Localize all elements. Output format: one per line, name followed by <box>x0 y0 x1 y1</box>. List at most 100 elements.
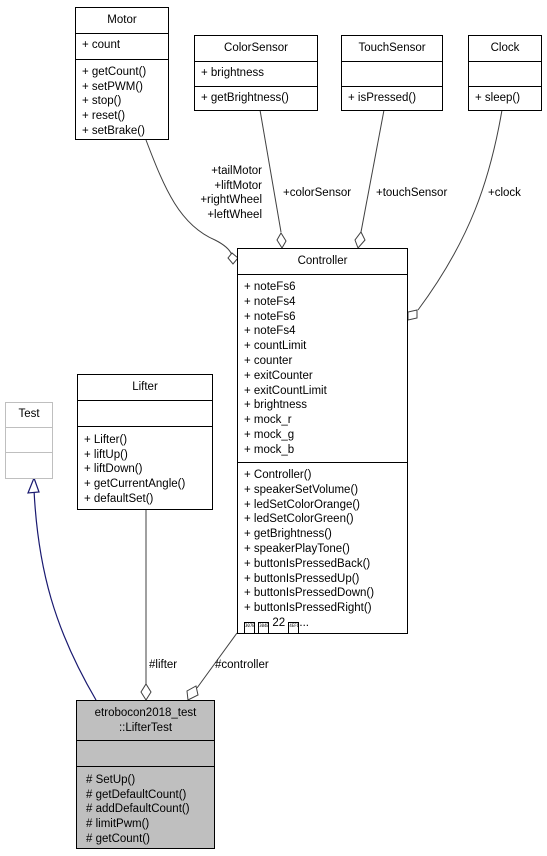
ellipsis: ... <box>299 616 309 629</box>
more-methods-count: 22 <box>272 616 286 629</box>
class-motor-title: Motor <box>76 8 168 34</box>
class-colorsensor-title: ColorSensor <box>195 36 317 62</box>
method: + liftUp() <box>84 448 128 461</box>
attribute: + noteFs4 <box>244 325 296 338</box>
class-controller-methods: + Controller() + speakerSetVolume() + le… <box>238 463 407 634</box>
aggregation-diamond-controller <box>186 685 199 701</box>
method: + reset() <box>82 110 126 123</box>
class-touchsensor[interactable]: TouchSensor + isPressed() <box>341 35 443 111</box>
aggregation-diamond-clock <box>407 309 418 321</box>
method: # SetUp() <box>86 774 136 786</box>
class-controller[interactable]: Controller + noteFs6 + noteFs4 + noteFs6… <box>237 248 408 634</box>
class-motor[interactable]: Motor + count + getCount() + setPWM() + … <box>75 7 169 140</box>
attribute: + noteFs4 <box>244 295 296 308</box>
class-liftertest[interactable]: etrobocon2018_test ::LifterTest # SetUp(… <box>76 700 215 849</box>
class-lifter-methods: + Lifter() + liftUp() + liftDown() + get… <box>78 427 212 507</box>
method: + getCurrentAngle() <box>84 478 186 491</box>
class-liftertest-methods: # SetUp() # getDefaultCount() # addDefau… <box>77 767 214 847</box>
class-liftertest-name: ::LifterTest <box>118 721 173 734</box>
missing-glyph-icon: 4EF6 <box>288 621 300 634</box>
method: + sleep() <box>475 92 521 104</box>
inheritance-arrow <box>27 476 40 494</box>
attribute: + counter <box>244 354 293 367</box>
aggregation-diamond-lifter <box>140 683 152 701</box>
class-liftertest-title: etrobocon2018_test ::LifterTest <box>77 701 214 741</box>
edge-label-clock: +clock <box>488 187 521 199</box>
edge-label-controller: #controller <box>215 659 269 671</box>
class-lifter-title: Lifter <box>78 375 212 401</box>
edge-label-colorsensor: +colorSensor <box>283 187 352 199</box>
class-clock-attributes <box>469 62 541 87</box>
class-test-attributes <box>6 428 52 453</box>
attribute: + mock_b <box>244 443 295 456</box>
class-touchsensor-title: TouchSensor <box>342 36 442 62</box>
class-controller-title: Controller <box>238 249 407 275</box>
edge-label-motor-roles: +tailMotor +liftMotor +rightWheel +leftW… <box>188 164 262 223</box>
method: + speakerSetVolume() <box>244 483 359 496</box>
method: # getCount() <box>86 832 150 845</box>
class-motor-attributes: + count <box>76 34 168 60</box>
method: + stop() <box>82 95 122 108</box>
class-colorsensor[interactable]: ColorSensor + brightness + getBrightness… <box>194 35 318 111</box>
edge-label-rightwheel: +rightWheel <box>200 194 262 207</box>
missing-glyph-icon: 307B <box>244 621 255 634</box>
edge-inheritance-test <box>33 489 97 701</box>
attribute: + exitCountLimit <box>244 384 327 397</box>
method: + isPressed() <box>348 92 417 104</box>
attribute: + countLimit <box>244 340 307 353</box>
method: # limitPwm() <box>86 818 150 831</box>
missing-glyph-icon: 304B <box>258 621 270 634</box>
method: + getCount() <box>82 66 147 78</box>
aggregation-diamond-touchsensor <box>354 231 366 249</box>
edge-label-touchsensor: +touchSensor <box>376 187 448 199</box>
method: + buttonIsPressedBack() <box>244 557 371 570</box>
method: + setBrake() <box>82 124 145 137</box>
class-test-title: Test <box>6 403 52 428</box>
edge-touchsensor-controller <box>360 109 385 233</box>
attribute: + count <box>82 39 121 51</box>
class-liftertest-attributes <box>77 741 214 767</box>
class-colorsensor-methods: + getBrightness() <box>195 87 317 109</box>
class-controller-attributes: + noteFs6 + noteFs4 + noteFs6 + noteFs4 … <box>238 275 407 463</box>
class-touchsensor-attributes <box>342 62 442 87</box>
class-lifter-attributes <box>78 401 212 427</box>
method: + defaultSet() <box>84 492 154 505</box>
method: + liftDown() <box>84 463 143 476</box>
edge-label-liftmotor: +liftMotor <box>214 179 262 192</box>
more-methods-row: 307B 304B 22 4EF6... <box>244 616 407 634</box>
method: + speakerPlayTone() <box>244 542 350 555</box>
method: + getBrightness() <box>244 528 332 541</box>
method: + buttonIsPressedDown() <box>244 587 375 600</box>
class-clock-methods: + sleep() <box>469 87 541 109</box>
method: + Controller() <box>244 469 312 481</box>
method: + buttonIsPressedUp() <box>244 572 360 585</box>
method: + ledSetColorGreen() <box>244 513 354 526</box>
class-colorsensor-attributes: + brightness <box>195 62 317 87</box>
attribute: + noteFs6 <box>244 310 296 323</box>
attribute: + exitCounter <box>244 369 313 382</box>
method: + buttonIsPressedRight() <box>244 602 372 615</box>
edge-label-leftwheel: +leftWheel <box>207 209 262 222</box>
class-motor-methods: + getCount() + setPWM() + stop() + reset… <box>76 60 168 139</box>
attribute: + mock_r <box>244 414 292 427</box>
attribute: + brightness <box>201 67 264 79</box>
edge-label-lifter: #lifter <box>149 659 178 671</box>
method: + Lifter() <box>84 434 128 446</box>
method: + ledSetColorOrange() <box>244 498 361 511</box>
class-liftertest-namespace: etrobocon2018_test <box>94 707 197 719</box>
method: + setPWM() <box>82 80 144 93</box>
class-touchsensor-methods: + isPressed() <box>342 87 442 109</box>
method: # getDefaultCount() <box>86 788 187 801</box>
method: # addDefaultCount() <box>86 803 190 816</box>
aggregation-diamond-colorsensor <box>276 232 287 249</box>
edge-label-tailmotor: +tailMotor <box>211 165 262 177</box>
attribute: + mock_g <box>244 428 295 441</box>
method: + getBrightness() <box>201 92 289 104</box>
edge-clock-controller <box>417 109 503 311</box>
attribute: + noteFs6 <box>244 281 296 293</box>
class-lifter[interactable]: Lifter + Lifter() + liftUp() + liftDown(… <box>77 374 213 510</box>
class-clock-title: Clock <box>469 36 541 62</box>
class-clock[interactable]: Clock + sleep() <box>468 35 542 111</box>
class-test[interactable]: Test <box>5 402 53 479</box>
attribute: + brightness <box>244 399 307 412</box>
